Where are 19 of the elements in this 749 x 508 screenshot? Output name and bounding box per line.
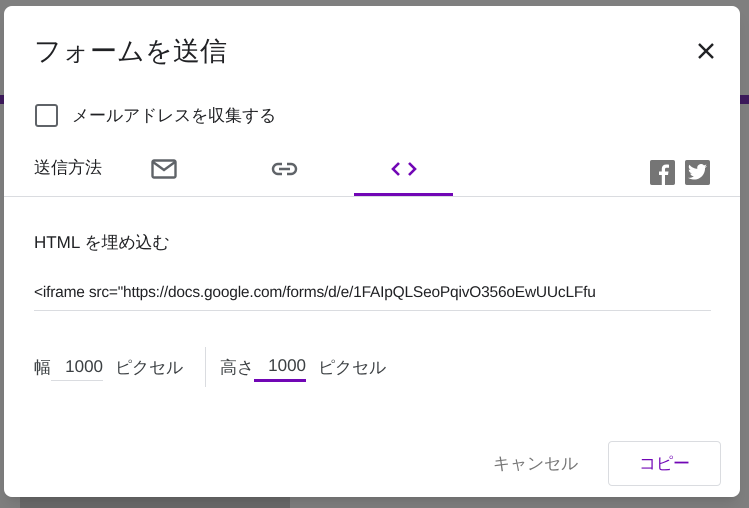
link-icon (270, 162, 298, 176)
unit-label: ピクセル (115, 356, 183, 378)
facebook-icon[interactable] (650, 160, 675, 184)
dimension-input[interactable]: 1000 (51, 354, 103, 380)
send-method-label: 送信方法 (34, 157, 103, 179)
dimension-label: 幅 (34, 356, 51, 378)
unit-label: ピクセル (318, 356, 386, 378)
cancel-button[interactable]: キャンセル (483, 442, 588, 486)
embed-code-field[interactable]: <iframe src="https://docs.google.com/forms/d/e/1FAIpQLSeoPqivO356oEwUUcLFfu (34, 281, 711, 312)
dimension-input[interactable]: 1000 (254, 353, 306, 382)
copy-button[interactable]: コピー (608, 441, 721, 486)
checkbox-label: メールアドレスを収集する (72, 105, 276, 127)
section-heading: HTML を埋め込む (33, 232, 170, 254)
checkbox[interactable] (35, 104, 58, 128)
twitter-icon[interactable] (685, 160, 710, 184)
envelope-icon (151, 159, 177, 179)
dialog-title: フォームを送信 (34, 34, 227, 68)
dimension-label: 高さ (220, 356, 254, 378)
code-brackets-icon (390, 161, 416, 177)
